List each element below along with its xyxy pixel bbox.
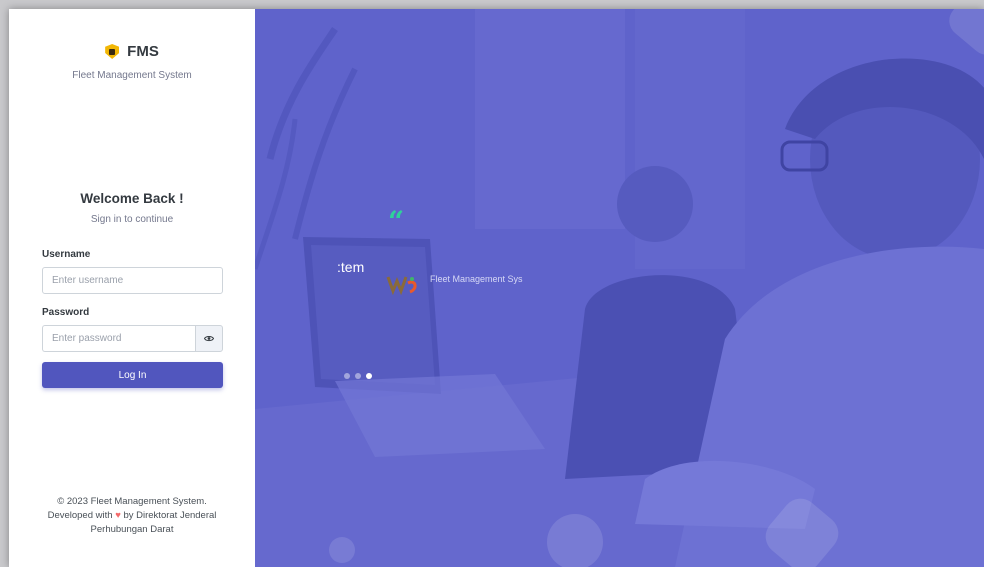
- password-label: Password: [42, 307, 90, 318]
- brand-subtitle: Fleet Management System: [72, 70, 192, 81]
- login-button[interactable]: Log In: [42, 362, 223, 388]
- slide-subtitle: Fleet Management Sys: [430, 274, 523, 284]
- office-background-image: [255, 9, 984, 567]
- carousel-dot-2[interactable]: [355, 373, 361, 379]
- heart-icon: ♥: [115, 510, 121, 521]
- hub-logo-icon: [386, 276, 417, 295]
- carousel-dot-3[interactable]: [366, 373, 372, 379]
- password-input[interactable]: [42, 325, 195, 352]
- login-page: FMS Fleet Management System Welcome Back…: [9, 9, 984, 567]
- eye-icon: [204, 335, 214, 342]
- footer-developed-with: Developed with: [47, 510, 113, 521]
- footer-copyright: © 2023 Fleet Management System.: [57, 496, 207, 507]
- shield-badge-icon: [105, 44, 120, 59]
- brand: FMS Fleet Management System: [9, 43, 255, 81]
- quote-icon: “: [388, 205, 405, 238]
- decorative-bubble: [547, 514, 603, 567]
- brand-name: FMS: [127, 43, 159, 60]
- login-form: Username Password Log In: [42, 249, 223, 388]
- welcome-subtitle: Sign in to continue: [90, 214, 174, 225]
- carousel-indicators: [344, 373, 372, 379]
- username-label: Username: [42, 249, 91, 260]
- hero-panel: “ :tem Fleet Management Sys: [255, 9, 984, 567]
- decorative-bubble: [329, 537, 355, 563]
- welcome-block: Welcome Back ! Sign in to continue: [9, 191, 255, 225]
- show-password-button[interactable]: [195, 325, 223, 352]
- footer: © 2023 Fleet Management System. Develope…: [9, 495, 255, 537]
- password-group: [42, 325, 223, 352]
- carousel-dot-1[interactable]: [344, 373, 350, 379]
- footer-organization: Perhubungan Darat: [90, 524, 174, 535]
- welcome-title: Welcome Back !: [80, 191, 184, 206]
- footer-developer: by Direktorat Jenderal: [123, 510, 217, 521]
- auth-panel: FMS Fleet Management System Welcome Back…: [9, 9, 255, 567]
- slide-title: :tem: [337, 259, 365, 275]
- username-input[interactable]: [42, 267, 223, 294]
